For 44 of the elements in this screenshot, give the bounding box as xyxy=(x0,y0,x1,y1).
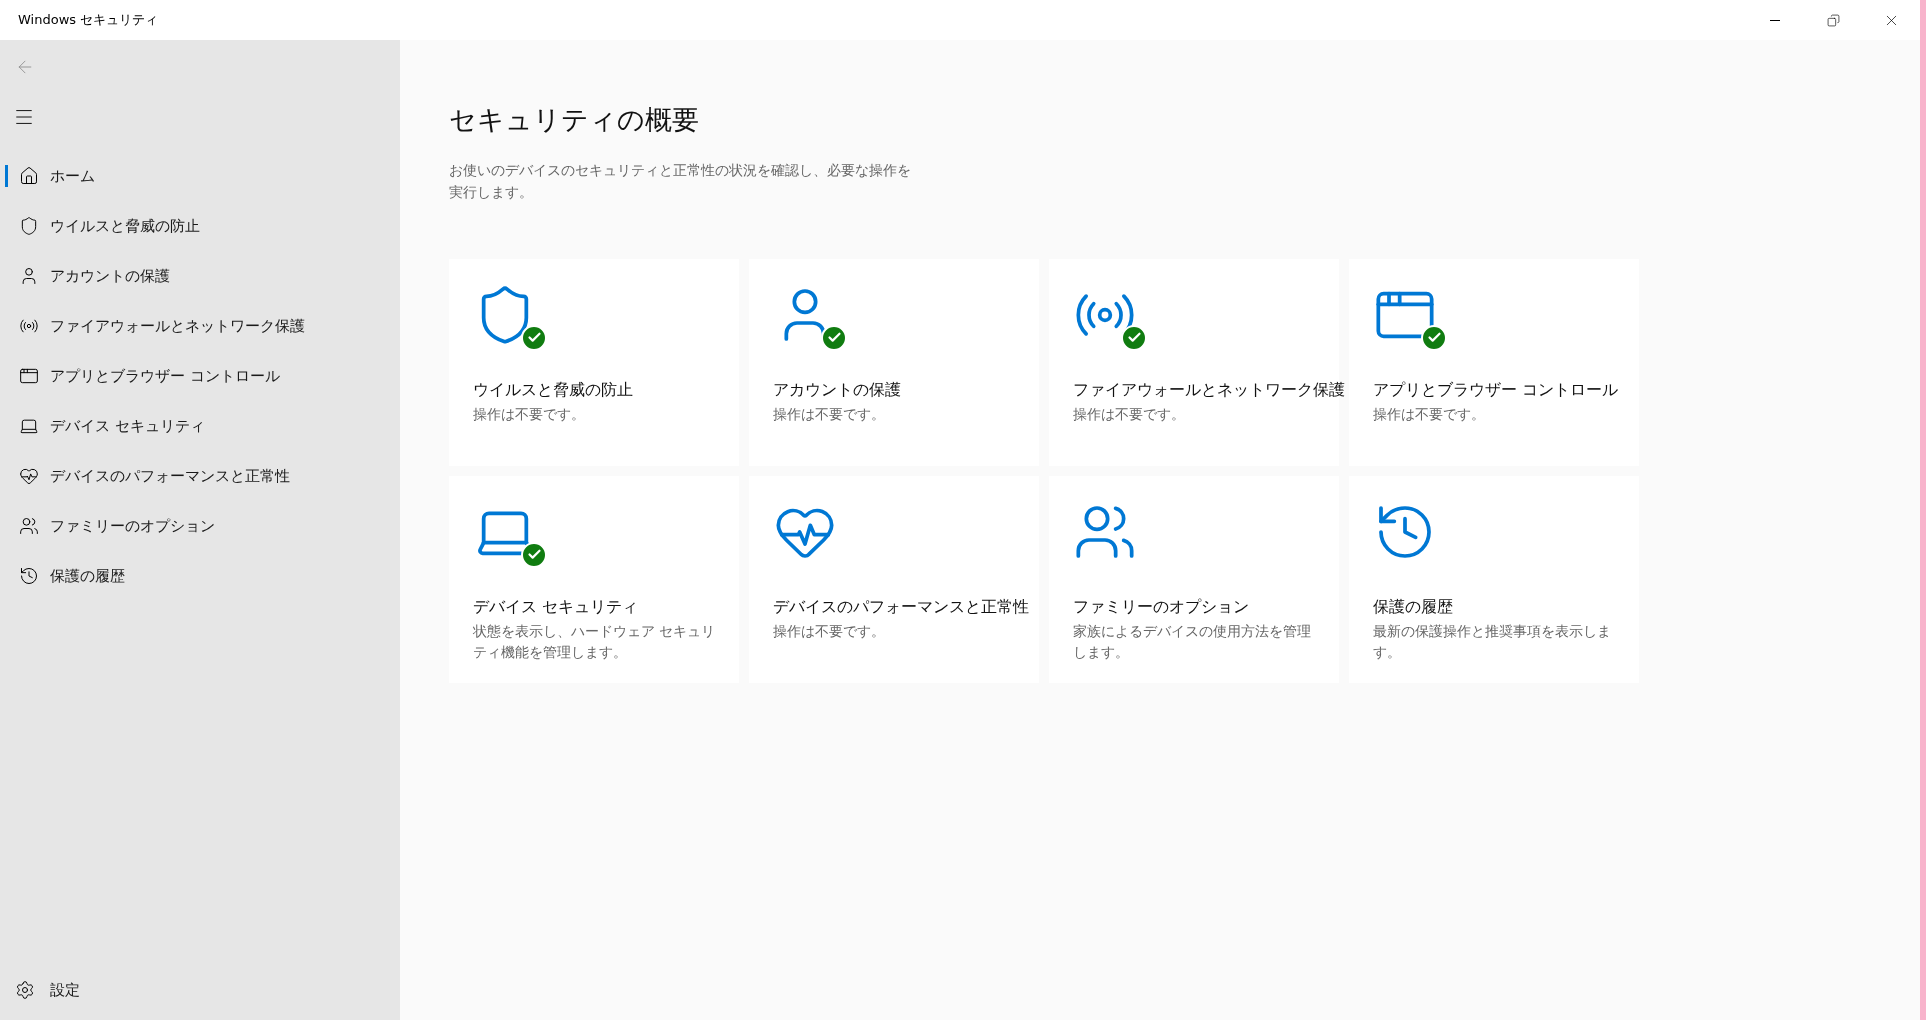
nav-item[interactable]: ウイルスと脅威の防止 xyxy=(5,215,400,237)
people-icon xyxy=(19,516,39,536)
overview-card[interactable]: アカウントの保護 操作は不要です。 xyxy=(749,258,1039,466)
card-status: 操作は不要です。 xyxy=(773,404,886,424)
window-icon xyxy=(19,366,39,386)
window-title: Windows セキュリティ xyxy=(18,11,159,30)
settings-icon xyxy=(15,980,35,1000)
nav-item[interactable]: ファイアウォールとネットワーク保護 xyxy=(5,315,400,337)
nav-item[interactable]: アカウントの保護 xyxy=(5,265,400,287)
card-title: デバイスのパフォーマンスと正常性 xyxy=(773,596,1029,618)
settings-nav-item[interactable]: 設定 xyxy=(0,965,400,1015)
overview-card[interactable]: デバイス セキュリティ 状態を表示し、ハードウェア セキュリティ機能を管理します。 xyxy=(449,475,739,683)
nav-item[interactable]: デバイスのパフォーマンスと正常性 xyxy=(5,465,400,487)
card-title: アプリとブラウザー コントロール xyxy=(1373,379,1618,401)
clock-history-icon xyxy=(19,566,39,586)
overview-card[interactable]: アプリとブラウザー コントロール 操作は不要です。 xyxy=(1349,258,1639,466)
overview-card[interactable]: 保護の履歴 最新の保護操作と推奨事項を表示します。 xyxy=(1349,475,1639,683)
page-description: お使いのデバイスのセキュリティと正常性の状況を確認し、必要な操作を実行します。 xyxy=(449,160,912,202)
card-title: アカウントの保護 xyxy=(773,379,901,401)
card-title: ファイアウォールとネットワーク保護 xyxy=(1073,379,1345,401)
card-status: 状態を表示し、ハードウェア セキュリティ機能を管理します。 xyxy=(473,621,717,662)
heart-pulse-icon xyxy=(19,466,39,486)
overview-card[interactable]: ファミリーのオプション 家族によるデバイスの使用方法を管理します。 xyxy=(1049,475,1339,683)
card-title: ウイルスと脅威の防止 xyxy=(473,379,633,401)
overview-card[interactable]: ウイルスと脅威の防止 操作は不要です。 xyxy=(449,258,739,466)
home-icon xyxy=(19,166,39,186)
card-status: 家族によるデバイスの使用方法を管理します。 xyxy=(1073,621,1312,662)
card-status: 操作は不要です。 xyxy=(1373,404,1486,424)
nav-item[interactable]: アプリとブラウザー コントロール xyxy=(5,365,400,387)
card-status: 操作は不要です。 xyxy=(1073,404,1186,424)
card-status: 操作は不要です。 xyxy=(473,404,586,424)
card-status: 最新の保護操作と推奨事項を表示します。 xyxy=(1373,621,1612,662)
card-status: 操作は不要です。 xyxy=(773,621,886,641)
shield-icon xyxy=(19,216,39,236)
page-title: セキュリティの概要 xyxy=(449,103,700,137)
card-title: 保護の履歴 xyxy=(1373,596,1453,618)
nav-item[interactable]: 保護の履歴 xyxy=(5,565,400,587)
nav-item[interactable]: デバイス セキュリティ xyxy=(5,415,400,437)
card-title: ファミリーのオプション xyxy=(1073,596,1249,618)
nav-item[interactable]: ファミリーのオプション xyxy=(5,515,400,537)
minimize-icon xyxy=(1770,19,1780,21)
restore-icon xyxy=(1826,13,1840,27)
card-title: デバイス セキュリティ xyxy=(473,596,638,618)
overview-card[interactable]: デバイスのパフォーマンスと正常性 操作は不要です。 xyxy=(749,475,1039,683)
